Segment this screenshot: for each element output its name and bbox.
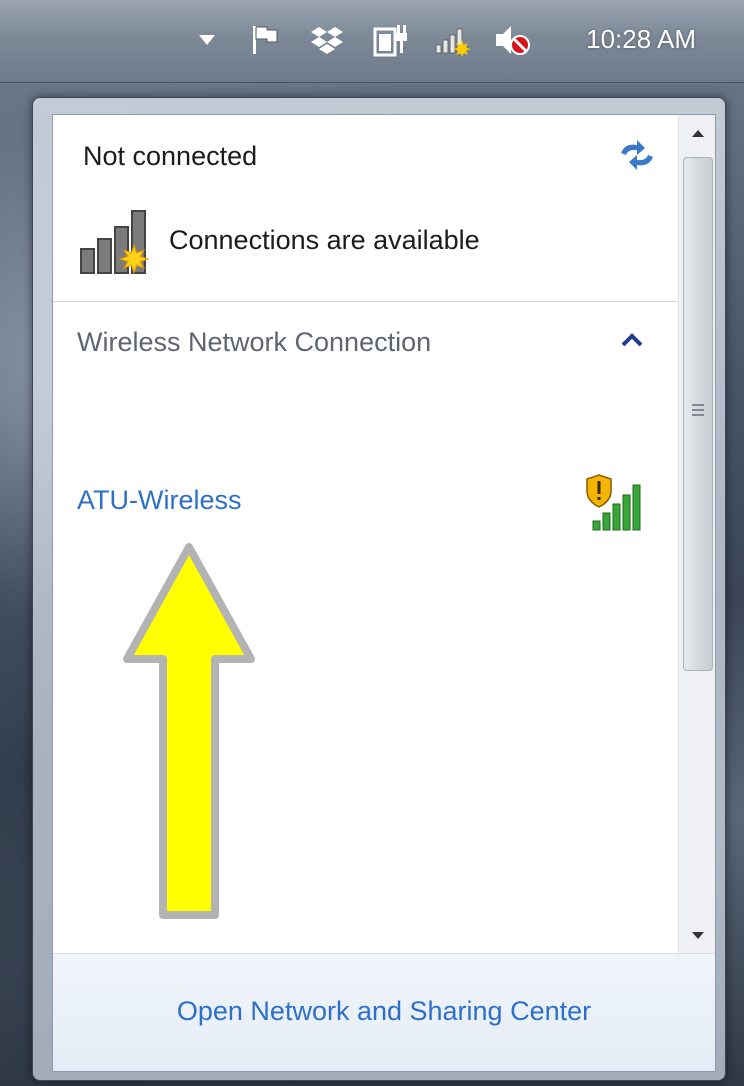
chevron-down-icon[interactable] <box>196 22 218 58</box>
volume-muted-icon[interactable] <box>494 22 532 58</box>
flyout-footer: Open Network and Sharing Center <box>53 953 715 1071</box>
section-title-wireless[interactable]: Wireless Network Connection <box>77 327 431 358</box>
power-icon[interactable] <box>372 22 410 58</box>
taskbar: 10:28 AM <box>0 0 744 83</box>
signal-strength-icon <box>585 473 651 538</box>
dropbox-icon[interactable] <box>310 22 344 58</box>
connections-available-text: Connections are available <box>169 225 480 255</box>
network-flyout: Not connected Connections are available <box>32 97 726 1081</box>
scroll-down-button[interactable] <box>679 917 715 953</box>
chevron-up-icon[interactable] <box>621 333 643 352</box>
grip-icon <box>692 404 704 419</box>
divider <box>53 301 678 302</box>
scrollbar[interactable] <box>678 115 715 953</box>
scroll-up-button[interactable] <box>679 115 715 151</box>
flag-icon[interactable] <box>248 22 282 58</box>
network-icon[interactable] <box>434 22 474 58</box>
connection-status: Not connected <box>83 141 258 171</box>
network-item-atu-wireless[interactable]: ATU-Wireless <box>77 485 242 516</box>
refresh-icon[interactable] <box>617 137 657 178</box>
flyout-content: Not connected Connections are available <box>53 115 678 953</box>
flyout-panel: Not connected Connections are available <box>52 114 716 1072</box>
scrollbar-thumb[interactable] <box>683 157 713 671</box>
network-bars-icon <box>77 205 161 282</box>
arrow-up-icon <box>119 539 259 934</box>
open-network-sharing-center-link[interactable]: Open Network and Sharing Center <box>53 996 715 1027</box>
clock[interactable]: 10:28 AM <box>586 24 696 55</box>
